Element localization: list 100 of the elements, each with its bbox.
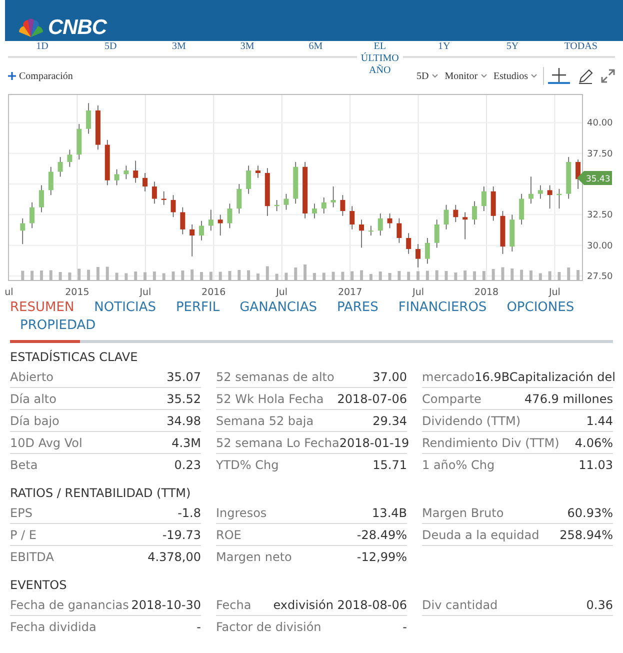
stat-label: Beta — [10, 457, 38, 474]
stat-label: Fecha de ganancias — [10, 596, 129, 614]
stat-value: 11.03 — [578, 457, 613, 474]
candlestick — [566, 156, 572, 200]
x-axis-label: Jul — [412, 287, 424, 298]
stat-value: 2018-07-06 — [337, 390, 407, 408]
section-tab[interactable]: PERFIL — [176, 299, 220, 317]
stat-label: Semana 52 baja — [216, 412, 314, 430]
range-tab[interactable]: 5Y — [478, 41, 547, 53]
dropdown-menu[interactable]: Estudios — [494, 68, 537, 84]
candlestick — [170, 194, 176, 218]
section-tab[interactable]: OPCIONES — [506, 299, 574, 317]
stat-label: ROE — [216, 526, 242, 544]
candlestick — [114, 168, 120, 186]
chevron-icon — [531, 74, 537, 78]
range-tab[interactable]: 3M — [144, 41, 214, 53]
stat-value: 60.93% — [567, 504, 613, 522]
stat-value: 15.71 — [372, 457, 407, 474]
stat-value: 34.98 — [166, 412, 201, 430]
candlestick — [434, 219, 440, 248]
candlestick — [293, 162, 298, 204]
candlestick — [416, 244, 421, 268]
candlestick — [236, 184, 242, 214]
stat-label: Deuda a la equidad — [422, 526, 540, 544]
candlestick — [396, 218, 402, 244]
stat-label: EPS — [10, 504, 32, 522]
stat-label: Día alto — [10, 390, 56, 408]
stat-value: -12,99% — [356, 549, 407, 566]
crosshair-tool-icon[interactable] — [548, 68, 570, 84]
candlestick — [246, 165, 252, 194]
candlestick — [406, 232, 412, 254]
range-tab[interactable]: 1Y — [410, 41, 478, 53]
candlestick — [556, 188, 562, 209]
candlestick — [30, 202, 35, 229]
stat-value: 13.4B — [372, 504, 407, 522]
candlestick — [519, 193, 524, 225]
comparison-button[interactable]: Comparación — [8, 68, 73, 84]
stat-value: 2018-10-30 — [131, 596, 201, 614]
candlestick — [274, 200, 280, 212]
candlestick — [133, 160, 138, 184]
stat-label: Abierto — [10, 368, 54, 386]
x-axis-label: 2015 — [65, 287, 90, 298]
stat-value: 258.94% — [560, 526, 613, 544]
stat-label: Rendimiento Div (TTM) — [422, 434, 560, 452]
candlestick — [95, 105, 100, 150]
candlestick — [190, 224, 195, 257]
stat-value: 0.23 — [174, 457, 201, 474]
stat-label: 10D Avg Vol — [10, 434, 82, 452]
section-tab[interactable]: NOTICIAS — [94, 299, 156, 317]
x-axis-label: 2018 — [474, 287, 499, 298]
range-tab[interactable]: TODAS — [546, 41, 615, 53]
dropdown-menu[interactable]: Monitor — [444, 68, 487, 84]
dropdown-menu[interactable]: 5D — [416, 68, 438, 84]
section-tab[interactable]: RESUMEN — [10, 299, 74, 317]
stat-label: Dividendo (TTM) — [422, 412, 521, 430]
stat-label: 1 año% Chg — [422, 457, 495, 474]
stat-value: - — [402, 619, 407, 636]
stat-label: Div cantidad — [422, 596, 498, 614]
candlestick — [48, 166, 54, 196]
stat-label: EBITDA — [10, 549, 54, 566]
x-axis-label: ul — [4, 287, 14, 298]
stat-label: 52 semana Lo Fecha — [216, 434, 340, 452]
stat-label: Ingresos — [216, 504, 267, 522]
y-axis-label: 27.50 — [587, 272, 613, 282]
stat-value: 35.07 — [166, 368, 201, 386]
section-tab[interactable]: FINANCIEROS — [398, 299, 487, 317]
stat-label: Fecha dividida — [10, 619, 96, 636]
candlestick — [199, 220, 204, 241]
candlestick — [330, 186, 336, 208]
candlestick — [152, 181, 157, 204]
expand-icon[interactable] — [601, 69, 615, 83]
candlestick — [481, 186, 486, 212]
candlestick — [368, 225, 374, 236]
candlestick — [76, 124, 82, 160]
candlestick — [490, 186, 496, 222]
candlestick — [264, 168, 270, 216]
candlestick — [444, 204, 449, 230]
stat-label: YTD% Chg — [216, 457, 279, 474]
section-tab[interactable]: PARES — [336, 299, 378, 317]
candlestick — [255, 165, 260, 178]
range-tab[interactable]: 3M — [213, 41, 282, 53]
candlestick — [500, 210, 506, 254]
range-tab[interactable]: 6M — [282, 41, 350, 53]
candlestick — [462, 212, 468, 240]
stat-value: -1.8 — [178, 504, 201, 522]
pencil-icon[interactable] — [578, 68, 593, 84]
section-tab[interactable]: GANANCIAS — [240, 299, 317, 317]
candlestick — [218, 214, 223, 236]
candlestick — [180, 206, 186, 235]
candlestick — [387, 213, 392, 229]
logo-text: CNBC — [48, 17, 107, 38]
range-tab[interactable]: 1D — [8, 41, 76, 53]
candlestick — [58, 156, 63, 178]
range-tab[interactable]: 5D — [76, 41, 145, 53]
candlestick — [340, 194, 346, 216]
stat-label: Margen Bruto — [422, 504, 504, 522]
section-tab[interactable]: PROPIEDAD — [20, 317, 96, 335]
chevron-icon — [480, 74, 487, 78]
candlestick — [86, 102, 92, 134]
stat-value: 1.44 — [586, 412, 613, 430]
